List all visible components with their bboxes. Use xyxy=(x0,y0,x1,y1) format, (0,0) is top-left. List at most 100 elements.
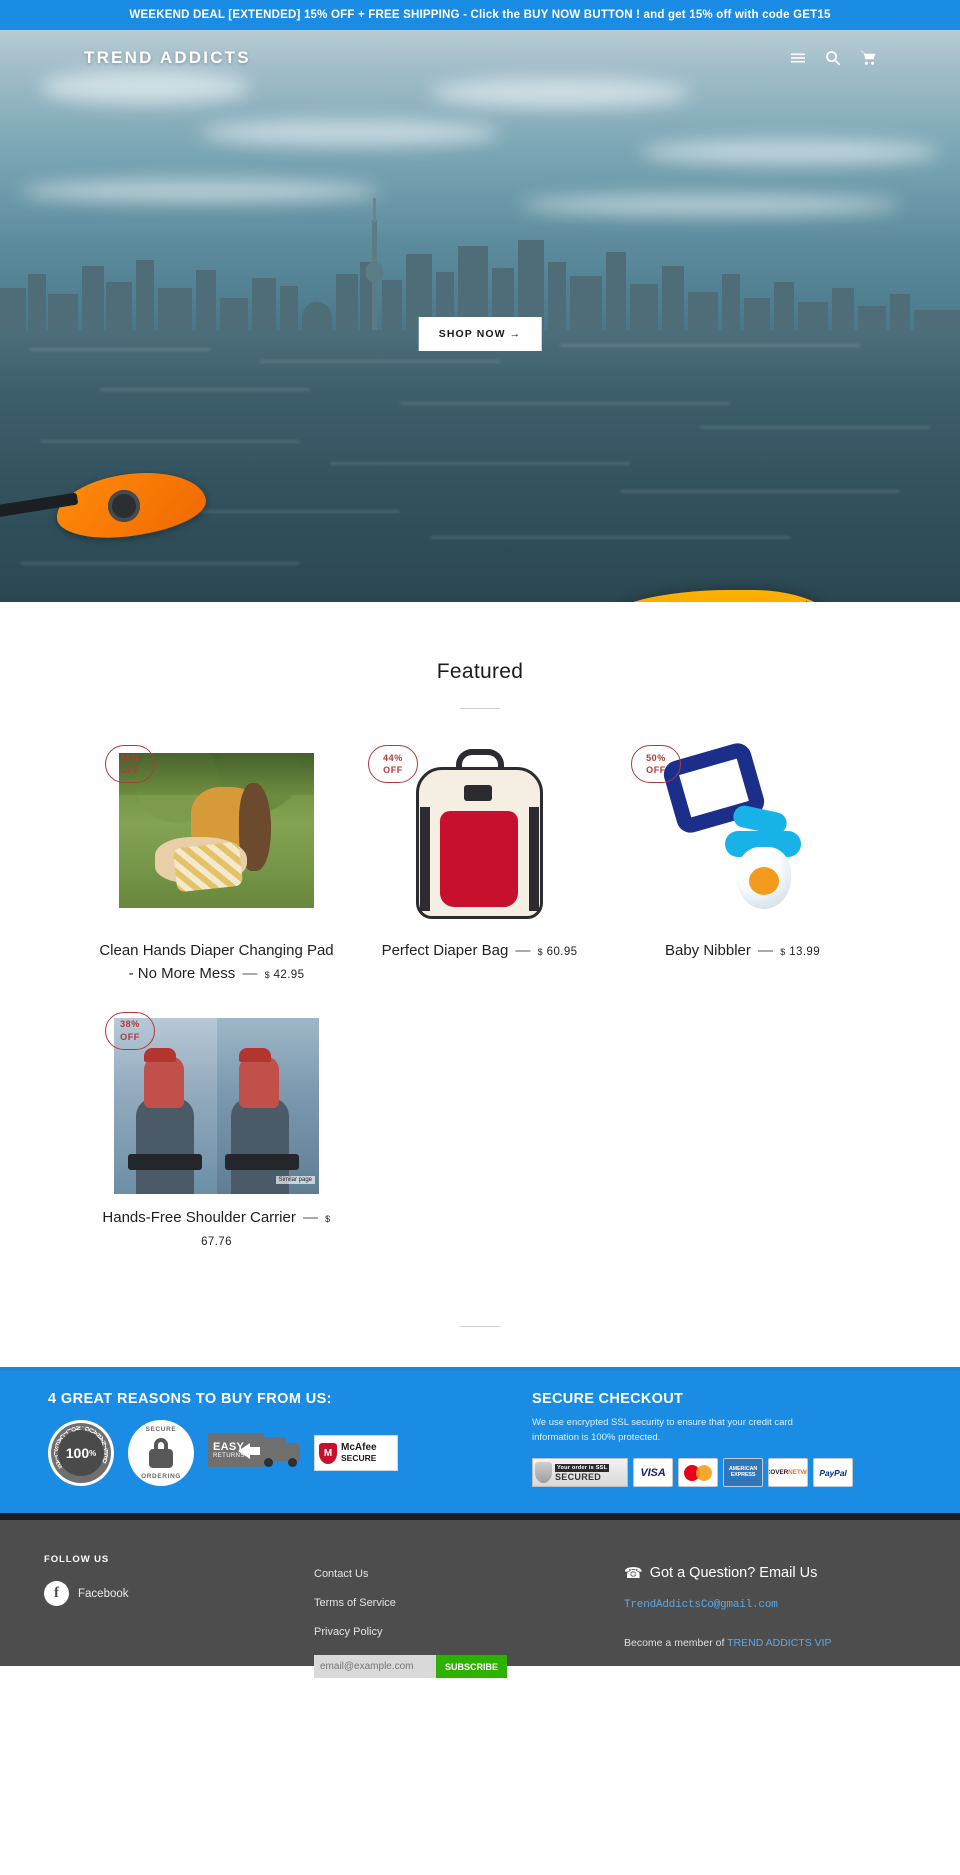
secure-ordering-seal: SECURE ORDERING xyxy=(128,1420,194,1486)
product-title-price: Perfect Diaper Bag — $ 60.95 xyxy=(360,939,599,962)
newsletter-form: SUBSCRIBE xyxy=(314,1655,624,1678)
price-value: 42.95 xyxy=(273,969,305,982)
currency-symbol: $ xyxy=(325,1213,331,1224)
vip-prefix: Become a member of xyxy=(624,1637,728,1649)
search-icon[interactable] xyxy=(825,50,841,66)
product-image[interactable]: 50% OFF xyxy=(623,740,862,925)
secure-checkout-column: SECURE CHECKOUT We use encrypted SSL sec… xyxy=(518,1391,912,1513)
trust-badge-row: S A T I S F A C T I O N · G U A R A N T E E D 100% SECURE ORDE… xyxy=(48,1420,518,1486)
hero-water xyxy=(0,330,960,602)
product-title-price: Hands-Free Shoulder Carrier — $ 67.76 xyxy=(97,1206,336,1253)
separator-dash: — xyxy=(303,1208,318,1226)
easy-returns-badge: EASY RETURNS xyxy=(208,1427,300,1479)
discount-percent: 38% xyxy=(120,1019,140,1030)
footer-contact-column: ☎ Got a Question? Email Us TrendAddictsC… xyxy=(624,1554,916,1666)
price-value: 60.95 xyxy=(546,946,578,958)
mcafee-secure-badge: M McAfee SECURE xyxy=(314,1435,398,1471)
telephone-icon: ☎ xyxy=(624,1565,643,1582)
heading-divider xyxy=(460,708,500,709)
menu-icon[interactable] xyxy=(790,50,806,66)
product-title-price: Clean Hands Diaper Changing Pad - No Mor… xyxy=(97,939,336,986)
ssl-shield-icon xyxy=(535,1462,552,1484)
footer-link-privacy-policy[interactable]: Privacy Policy xyxy=(314,1626,624,1638)
mcafee-text: McAfee SECURE xyxy=(341,1443,377,1462)
truck-icon xyxy=(260,1435,300,1467)
visa-logo: VISA xyxy=(633,1458,673,1488)
separator-dash: — xyxy=(758,942,774,959)
currency-symbol: $ xyxy=(264,970,271,981)
header-icon-group xyxy=(790,50,876,66)
kayak-paddle xyxy=(0,466,220,544)
featured-section: Featured 38% OFF Clean Hands Diaper Chan… xyxy=(0,602,960,1327)
currency-symbol: $ xyxy=(780,947,786,957)
trust-section: 4 GREAT REASONS TO BUY FROM US: SATISFAC… xyxy=(0,1367,960,1513)
reasons-column: 4 GREAT REASONS TO BUY FROM US: SATISFAC… xyxy=(48,1391,518,1513)
lock-icon xyxy=(149,1438,173,1468)
cart-icon[interactable] xyxy=(860,50,876,66)
secure-checkout-heading: SECURE CHECKOUT xyxy=(532,1391,684,1407)
discount-badge: 38% OFF xyxy=(105,1011,155,1050)
cloud-shape xyxy=(520,195,900,215)
discover-sub: NETWORK xyxy=(788,1469,807,1477)
discount-suffix: OFF xyxy=(120,1031,140,1042)
product-card[interactable]: 44% OFF Perfect Diaper Bag — $ 60.95 xyxy=(348,745,611,986)
seal-top-text: SECURE xyxy=(145,1426,177,1433)
question-title: Got a Question? Email Us xyxy=(649,1565,818,1581)
facebook-link[interactable]: f Facebook xyxy=(44,1581,314,1606)
cloud-shape xyxy=(640,140,940,164)
product-title: Baby Nibbler xyxy=(664,942,751,959)
product-card[interactable]: 50% OFF Baby Nibbler — $ 13.99 xyxy=(611,740,874,986)
product-art-diaper-bag xyxy=(412,749,547,921)
site-footer: FOLLOW US f Facebook Contact Us Terms of… xyxy=(0,1513,960,1678)
mcafee-line2: SECURE xyxy=(341,1452,377,1463)
product-card[interactable]: 38% OFF Similar page Hands-Free Shoulder… xyxy=(85,1011,348,1253)
reasons-heading: 4 GREAT REASONS TO BUY FROM US: xyxy=(48,1391,332,1407)
product-title-price: Baby Nibbler — $ 13.99 xyxy=(623,939,862,962)
mastercard-logo xyxy=(678,1458,718,1488)
price-value: 13.99 xyxy=(789,946,821,958)
product-image[interactable]: 44% OFF xyxy=(360,745,599,925)
product-price: $ 60.95 xyxy=(538,946,578,958)
product-grid: 38% OFF Clean Hands Diaper Changing Pad … xyxy=(85,740,875,1278)
satisfaction-guaranteed-seal: S A T I S F A C T I O N · G U A R A N T E E D 100% xyxy=(48,1420,114,1486)
vip-membership-text: Become a member of TREND ADDICTS VIP xyxy=(624,1637,916,1649)
footer-link-contact-us[interactable]: Contact Us xyxy=(314,1568,624,1580)
footer-social-column: FOLLOW US f Facebook xyxy=(44,1554,314,1666)
product-title: Hands-Free Shoulder Carrier xyxy=(102,1208,296,1226)
vip-link[interactable]: TREND ADDICTS VIP xyxy=(727,1637,831,1649)
separator-dash: — xyxy=(515,942,531,959)
discount-percent: 38% xyxy=(120,752,140,763)
site-header: TREND ADDICTS xyxy=(0,30,960,86)
facebook-label: Facebook xyxy=(78,1587,129,1600)
discover-logo: DISCOVERNETWORK xyxy=(768,1458,808,1488)
city-skyline xyxy=(0,198,960,332)
left-arrow-icon xyxy=(238,1443,250,1459)
product-card[interactable]: 38% OFF Clean Hands Diaper Changing Pad … xyxy=(85,745,348,986)
discount-percent: 50% xyxy=(646,752,666,763)
ssl-secured-badge: Your order is SSL SECURED xyxy=(532,1458,628,1488)
amex-logo: AMERICAN EXPRESS xyxy=(723,1458,763,1488)
question-heading: ☎ Got a Question? Email Us xyxy=(624,1564,916,1582)
seal-ring-text: S A T I S F A C T I O N · G U A R A N T E E D xyxy=(53,1425,109,1471)
discover-label: DISCOVER xyxy=(769,1469,789,1477)
contact-email-link[interactable]: TrendAddictsCo@gmail.com xyxy=(624,1599,916,1611)
product-image[interactable]: 38% OFF Similar page xyxy=(97,1011,336,1194)
footer-links-column: Contact Us Terms of Service Privacy Poli… xyxy=(314,1554,624,1678)
featured-heading: Featured xyxy=(436,660,524,683)
ssl-top-text: Your order is SSL xyxy=(555,1463,610,1472)
hero-banner: Jimmie Kayak TREND ADDICTS SHOP NOW → xyxy=(0,30,960,602)
newsletter-email-input[interactable] xyxy=(314,1655,436,1678)
payment-methods-row: Your order is SSL SECURED VISA AMERICAN … xyxy=(532,1458,912,1488)
shop-now-button[interactable]: SHOP NOW → xyxy=(418,317,542,351)
mcafee-shield-icon: M xyxy=(319,1442,337,1464)
section-divider xyxy=(460,1326,500,1327)
cloud-shape xyxy=(200,120,500,146)
secure-checkout-body: We use encrypted SSL security to ensure … xyxy=(532,1417,793,1444)
footer-link-terms-of-service[interactable]: Terms of Service xyxy=(314,1597,624,1609)
site-logo[interactable]: TREND ADDICTS xyxy=(84,48,251,68)
product-price: $ 13.99 xyxy=(780,946,820,958)
follow-us-title: FOLLOW US xyxy=(44,1554,110,1565)
announcement-bar[interactable]: WEEKEND DEAL [EXTENDED] 15% OFF + FREE S… xyxy=(0,0,960,30)
newsletter-subscribe-button[interactable]: SUBSCRIBE xyxy=(436,1655,508,1678)
product-image[interactable]: 38% OFF xyxy=(97,745,336,925)
